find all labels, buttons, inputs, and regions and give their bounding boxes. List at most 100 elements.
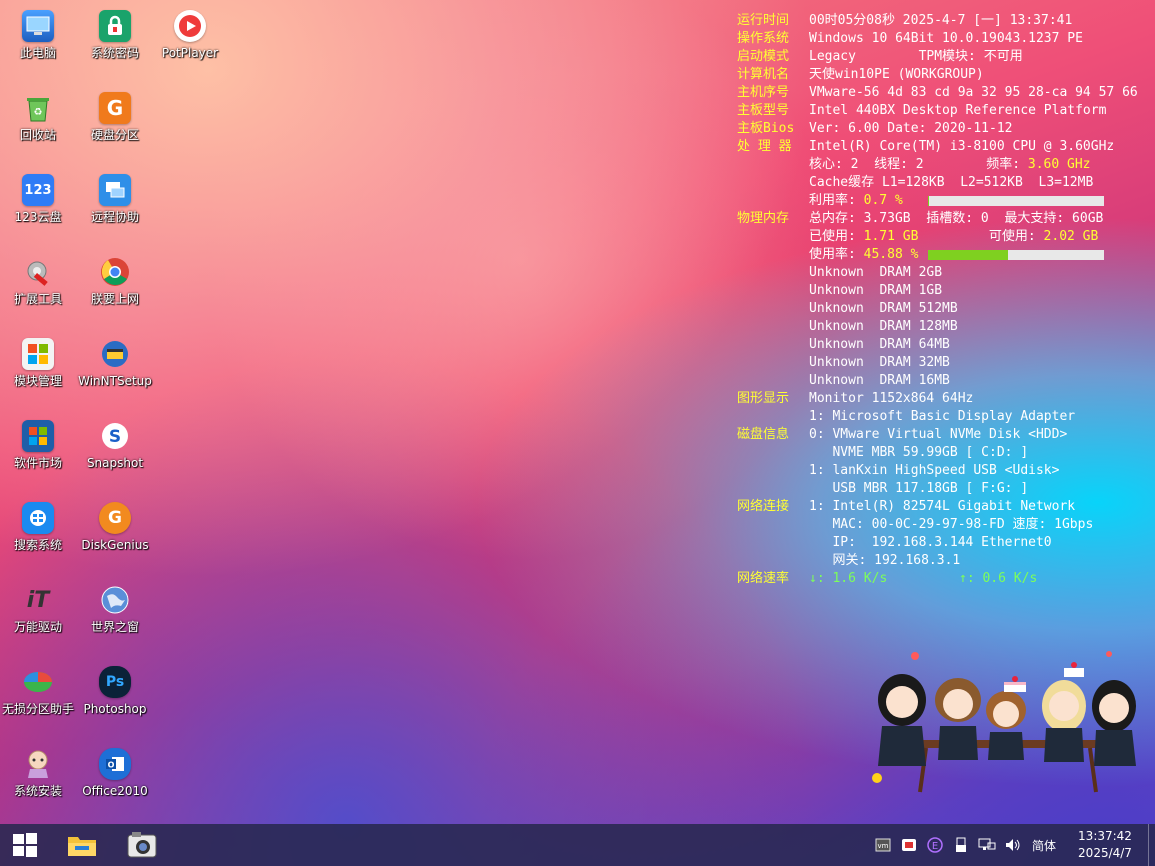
network-speed-row: 网络速率 ↓: 1.6 K/s ↑: 0.6 K/s: [737, 570, 1138, 588]
disk-value-4: USB MBR 117.18GB [ F:G: ]: [809, 481, 1029, 496]
dram-row: Unknown DRAM 32MB: [737, 354, 1138, 372]
system-tray: vm E 简体 13:37:42 2025/4/7: [870, 824, 1155, 866]
cpu-cores-row: 核心: 2 线程: 2 频率: 3.60 GHz: [737, 156, 1138, 174]
cpu-usage-bar: [927, 196, 1104, 206]
desktop-icon-label: Office2010: [82, 784, 148, 798]
runtime-row: 运行时间 00时05分08秒 2025-4-7 [一] 13:37:41: [737, 12, 1138, 30]
desktop-icon-snapshot[interactable]: S Snapshot: [77, 414, 153, 494]
security-icon[interactable]: [899, 835, 919, 855]
disk-value-3: 1: lanKxin HighSpeed USB <Udisk>: [809, 463, 1060, 478]
desktop-icon-search-system[interactable]: 搜索系统: [0, 496, 76, 576]
os-row: 操作系统 Windows 10 64Bit 10.0.19043.1237 PE: [737, 30, 1138, 48]
cpu-usage-value: 0.7 %: [863, 193, 903, 208]
desktop-icon-universal-driver[interactable]: iT 万能驱动: [0, 578, 76, 658]
board-value: Intel 440BX Desktop Reference Platform: [809, 103, 1107, 118]
usb-icon[interactable]: [951, 835, 971, 855]
character-1: [878, 674, 926, 766]
board-row: 主板型号 Intel 440BX Desktop Reference Platfo…: [737, 102, 1138, 120]
memory-usage-bar: [927, 250, 1104, 260]
download-speed: ↓: 1.6 K/s: [809, 571, 888, 586]
desktop-icon-label: PotPlayer: [161, 46, 219, 60]
desktop-icon-label: 无损分区助手: [1, 702, 74, 716]
desktop-icon-software-market[interactable]: 软件市场: [0, 414, 76, 494]
desktop-icon-label: 软件市场: [13, 456, 62, 470]
disk-row-2: NVME MBR 59.99GB [ C:D: ]: [737, 444, 1138, 462]
desktop-icon-remote-assist[interactable]: 远程协助: [77, 168, 153, 248]
svg-text:E: E: [932, 841, 938, 852]
e-icon[interactable]: E: [925, 835, 945, 855]
start-button[interactable]: [3, 826, 47, 864]
setup-icon: [99, 338, 131, 370]
desktop-icon-recycle-bin[interactable]: ♻ 回收站: [0, 86, 76, 166]
memory-usage-label: 使用率:: [809, 247, 864, 262]
graphics-row: 图形显示 Monitor 1152x864 64Hz: [737, 390, 1138, 408]
desktop-icon-browser[interactable]: 朕要上网: [77, 250, 153, 330]
desktop-icon-winntsetup[interactable]: WinNTSetup: [77, 332, 153, 412]
computer-icon: [22, 10, 54, 42]
desktop-icon-disk-partition[interactable]: G 硬盘分区: [77, 86, 153, 166]
desktop-icon-partition-assistant[interactable]: 无损分区助手: [0, 660, 76, 740]
install-icon: [22, 748, 54, 780]
anime-characters-decoration: [872, 651, 1136, 793]
disk-row: 磁盘信息 0: VMware Virtual NVMe Disk <HDD>: [737, 426, 1138, 444]
graphics-key: 图形显示: [737, 391, 790, 406]
network-row-3: IP: 192.168.3.144 Ethernet0: [737, 534, 1138, 552]
system-info-panel: 运行时间 00时05分08秒 2025-4-7 [一] 13:37:41 操作系统…: [737, 12, 1138, 588]
desktop-icon-this-pc[interactable]: 此电脑: [0, 4, 76, 84]
desktop-icon-system-password[interactable]: 系统密码: [77, 4, 153, 84]
bios-row: 主板Bios Ver: 6.00 Date: 2020-11-12: [737, 120, 1138, 138]
desktop-icon-potplayer[interactable]: PotPlayer: [152, 4, 228, 84]
desktop-icon-label: 此电脑: [19, 46, 56, 60]
network-icon[interactable]: [977, 835, 997, 855]
desktop-icon-photoshop[interactable]: Ps Photoshop: [77, 660, 153, 740]
disk-row-3: 1: lanKxin HighSpeed USB <Udisk>: [737, 462, 1138, 480]
module-icon: [22, 338, 54, 370]
upload-speed: ↑: 0.6 K/s: [959, 571, 1038, 586]
partition-icon: G: [99, 92, 131, 124]
taskbar-file-explorer[interactable]: [60, 826, 104, 864]
desktop-icon-diskgenius[interactable]: G DiskGenius: [77, 496, 153, 576]
cpu-usage-row: 利用率: 0.7 %: [737, 192, 1138, 210]
runtime-key: 运行时间: [737, 13, 790, 28]
memory-used-row: 已使用: 1.71 GB 可使用: 2.02 GB: [737, 228, 1138, 246]
lock-icon: [99, 10, 131, 42]
desktop-icon-label: Photoshop: [83, 702, 147, 716]
cpu-cache-value: Cache缓存 L1=128KB L2=512KB L3=12MB: [809, 175, 1094, 190]
cpu-row: 处 理 器 Intel(R) Core(TM) i3-8100 CPU @ 3.6…: [737, 138, 1138, 156]
bios-value: Ver: 6.00 Date: 2020-11-12: [809, 121, 1013, 136]
cpu-cache-row: Cache缓存 L1=128KB L2=512KB L3=12MB: [737, 174, 1138, 192]
taskbar-clock[interactable]: 13:37:42 2025/4/7: [1066, 828, 1144, 862]
pcname-key: 计算机名: [737, 67, 790, 82]
desktop-icon-system-install[interactable]: 系统安装: [0, 742, 76, 822]
disk-value-1: 0: VMware Virtual NVMe Disk <HDD>: [809, 427, 1068, 442]
desktop-icon-module-manager[interactable]: 模块管理: [0, 332, 76, 412]
desktop-icon-office2010[interactable]: O Office2010: [77, 742, 153, 822]
dram-module: Unknown DRAM 1GB: [809, 283, 943, 298]
globe-icon: [99, 584, 131, 616]
desktop-icon-123-cloud[interactable]: 123 123云盘: [0, 168, 76, 248]
cpu-frequency: 3.60 GHz: [1027, 157, 1091, 172]
desktop-icon-label: 搜索系统: [13, 538, 62, 552]
memory-used-label: 已使用:: [809, 229, 864, 244]
svg-text:vm: vm: [878, 842, 889, 850]
cpu-value: Intel(R) Core(TM) i3-8100 CPU @ 3.60GHz: [809, 139, 1115, 154]
cpu-cores-value: 核心: 2 线程: 2 频率:: [809, 157, 1028, 172]
desktop-icon-world-window[interactable]: 世界之窗: [77, 578, 153, 658]
dram-module: Unknown DRAM 32MB: [809, 355, 950, 370]
cloud-icon: 123: [22, 174, 54, 206]
input-language[interactable]: 简体: [1032, 837, 1056, 854]
volume-icon[interactable]: [1003, 835, 1023, 855]
dram-module: Unknown DRAM 64MB: [809, 337, 950, 352]
desktop-icon-label: 远程协助: [90, 210, 139, 224]
os-value: Windows 10 64Bit 10.0.19043.1237 PE: [809, 31, 1083, 46]
character-5: [1092, 680, 1136, 766]
cpu-usage-bar-fill: [927, 196, 929, 206]
vmware-icon[interactable]: vm: [873, 835, 893, 855]
desktop-icon-extension-tools[interactable]: 扩展工具: [0, 250, 76, 330]
memory-row: 物理内存 总内存: 3.73GB 插槽数: 0 最大支持: 60GB: [737, 210, 1138, 228]
taskbar-camera-app[interactable]: [120, 826, 164, 864]
desktop-icon-label: 扩展工具: [13, 292, 62, 306]
cpu-key: 处 理 器: [737, 139, 792, 154]
show-desktop-button[interactable]: [1148, 824, 1155, 866]
graphics-value-2: 1: Microsoft Basic Display Adapter: [809, 409, 1076, 424]
